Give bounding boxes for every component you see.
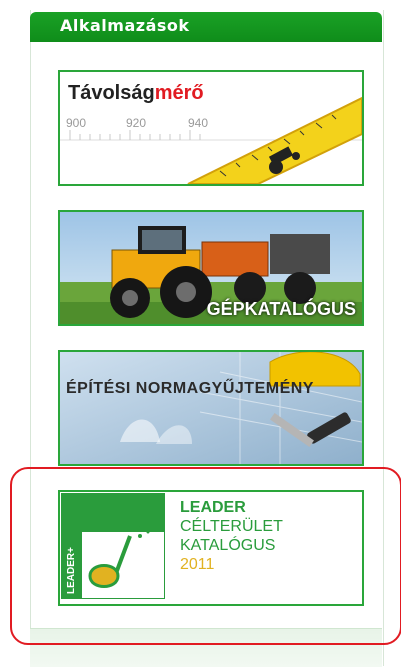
leader-line-3: KATALÓGUS [180,537,276,554]
leader-catalog-banner[interactable]: LEADER+ LEADER CÉLTERÜLET KATALÓGUS 2011 [58,490,364,606]
tick-label-900: 900 [66,116,87,130]
distance-meter-title: Távolságmérő [68,82,204,105]
leader-line-2: CÉLTERÜLET [180,518,283,535]
construction-illustration [60,352,362,464]
construction-norms-label: ÉPÍTÉSI NORMAGYŰJTEMÉNY [66,380,314,397]
machine-catalog-banner[interactable]: GÉPKATALÓGUS [58,210,364,326]
tick-label-940: 940 [188,116,209,130]
distance-meter-title-part2: mérő [154,82,204,104]
tick-label-920: 920 [126,116,147,130]
panel-footer [30,628,382,667]
distance-meter-title-part1: Távolság [68,82,155,104]
leader-text-block: LEADER CÉLTERÜLET KATALÓGUS 2011 [180,498,360,574]
leader-line-1: LEADER [180,499,246,516]
distance-meter-banner[interactable]: Távolságmérő 900 920 940 [58,70,364,186]
machine-catalog-label: GÉPKATALÓGUS [206,299,356,319]
construction-norms-banner[interactable]: ÉPÍTÉSI NORMAGYŰJTEMÉNY [58,350,364,466]
apps-header-title: Alkalmazások [60,16,190,35]
leader-line-4: 2011 [180,556,215,573]
apps-header: Alkalmazások [30,12,382,42]
leader-vertical-label: LEADER+ [66,547,77,594]
